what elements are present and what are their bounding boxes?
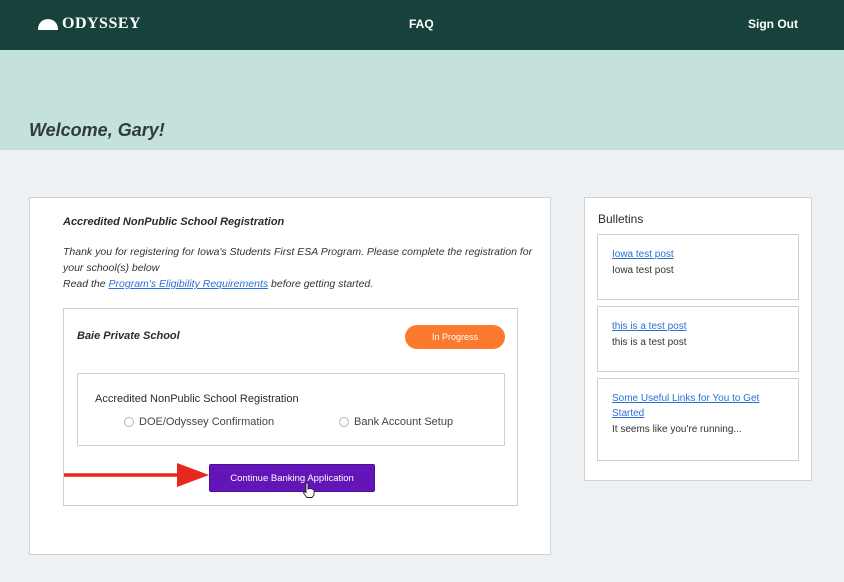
registration-card: Accredited NonPublic School Registration… <box>29 197 551 555</box>
school-name: Baie Private School <box>77 330 180 342</box>
bulletin-item: Some Useful Links for You to Get Started… <box>597 378 799 461</box>
step-label: Bank Account Setup <box>354 416 454 428</box>
intro-read-text: Read the <box>63 278 109 290</box>
bulletin-item: Iowa test post Iowa test post <box>597 234 799 300</box>
top-nav-bar: ODYSSEY FAQ Sign Out <box>0 0 844 50</box>
nav-sign-out-link[interactable]: Sign Out <box>748 17 798 31</box>
welcome-banner: Welcome, Gary! <box>0 50 844 150</box>
logo-dome-icon <box>38 18 58 30</box>
bulletin-body: this is a test post <box>612 337 687 348</box>
odyssey-logo[interactable]: ODYSSEY <box>38 15 141 33</box>
registration-intro: Thank you for registering for Iowa's Stu… <box>63 244 533 292</box>
bulletin-link[interactable]: Iowa test post <box>612 247 785 262</box>
bulletins-panel: Bulletins Iowa test post Iowa test post … <box>584 197 812 481</box>
red-arrow-icon <box>64 463 209 487</box>
hand-cursor-icon <box>302 482 315 498</box>
registration-steps-box: Accredited NonPublic School Registration… <box>77 373 505 446</box>
intro-after-text: before getting started. <box>268 278 374 290</box>
intro-text: Thank you for registering for Iowa's Stu… <box>63 246 533 274</box>
radio-circle-icon[interactable] <box>124 417 134 427</box>
step-bank-account-setup[interactable]: Bank Account Setup <box>339 416 453 428</box>
registration-steps-title: Accredited NonPublic School Registration <box>95 393 299 405</box>
bulletin-body: It seems like you're running... <box>612 424 742 435</box>
bulletins-title: Bulletins <box>598 212 644 226</box>
step-label: DOE/Odyssey Confirmation <box>139 416 275 428</box>
radio-circle-icon[interactable] <box>339 417 349 427</box>
bulletin-item: this is a test post this is a test post <box>597 306 799 372</box>
bulletin-link[interactable]: Some Useful Links for You to Get Started <box>612 391 785 421</box>
bulletin-link[interactable]: this is a test post <box>612 319 785 334</box>
step-doe-confirmation[interactable]: DOE/Odyssey Confirmation <box>124 416 274 428</box>
eligibility-requirements-link[interactable]: Program's Eligibility Requirements <box>109 278 269 290</box>
welcome-heading: Welcome, Gary! <box>29 120 165 140</box>
continue-banking-application-button[interactable]: Continue Banking Application <box>209 464 375 492</box>
logo-text: ODYSSEY <box>62 15 142 32</box>
status-badge: In Progress <box>405 325 505 349</box>
registration-title: Accredited NonPublic School Registration <box>63 216 285 228</box>
nav-faq-link[interactable]: FAQ <box>409 17 434 31</box>
bulletin-body: Iowa test post <box>612 265 674 276</box>
